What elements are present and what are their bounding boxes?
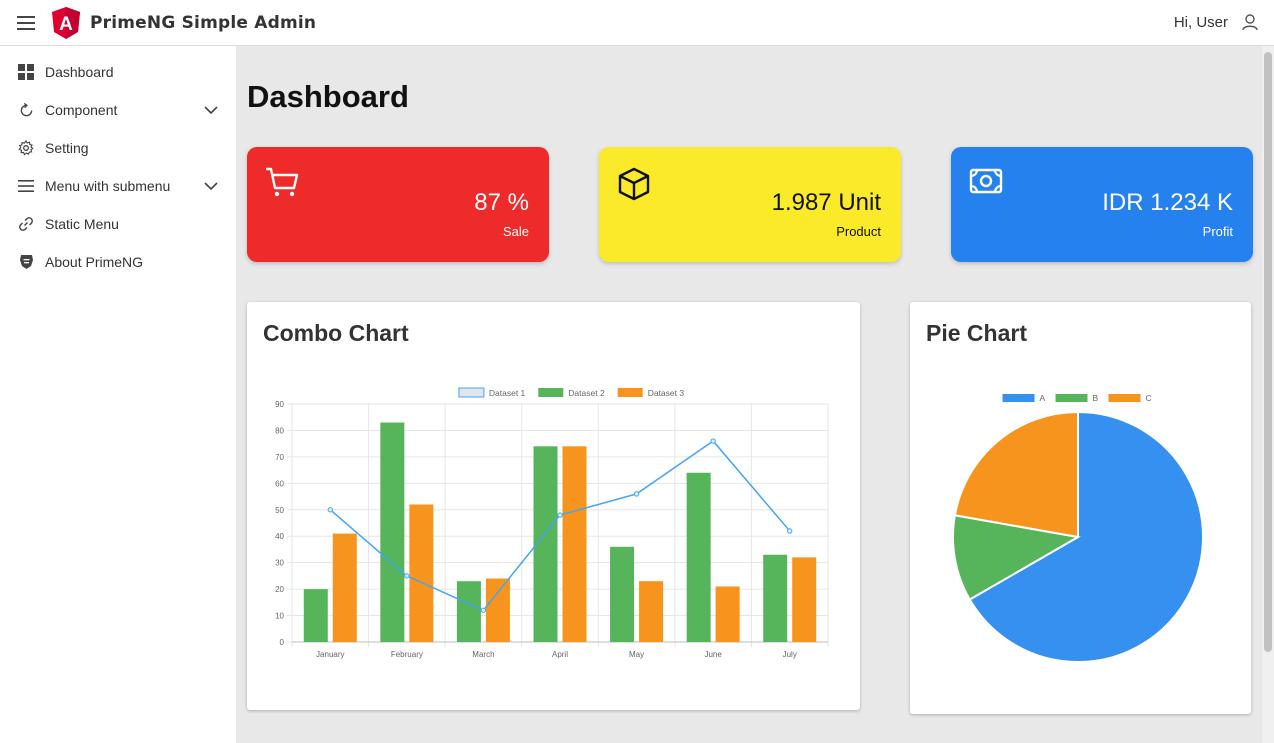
gear-icon (17, 139, 35, 157)
svg-text:A: A (59, 14, 73, 35)
y-tick-label: 40 (275, 532, 284, 541)
y-tick-label: 70 (275, 453, 284, 462)
menu-toggle-button[interactable] (0, 0, 52, 46)
money-icon (969, 168, 1003, 194)
stat-label: Profit (1202, 224, 1233, 239)
bar (380, 422, 405, 642)
stat-card-profit: IDR 1.234 K Profit (951, 147, 1253, 262)
main-content: Dashboard 87 % Sale 1.987 Unit Product I… (236, 46, 1262, 743)
legend-label: C (1146, 393, 1152, 403)
legend-swatch (1108, 394, 1141, 402)
legend-swatch (538, 388, 564, 397)
refresh-icon (17, 101, 35, 119)
stat-value: 87 % (474, 189, 529, 216)
stat-value: 1.987 Unit (771, 189, 881, 216)
sidebar: Dashboard Component Setting Menu with su… (0, 46, 236, 743)
sidebar-item-setting[interactable]: Setting (0, 129, 236, 167)
bar (456, 581, 481, 642)
scrollbar[interactable] (1262, 46, 1274, 743)
data-point (710, 438, 716, 444)
bar (409, 504, 434, 642)
data-point (787, 528, 793, 534)
stat-card-product: 1.987 Unit Product (599, 147, 901, 262)
app-title: PrimeNG Simple Admin (90, 12, 317, 33)
x-tick-label: July (783, 650, 797, 659)
legend-swatch (617, 388, 643, 397)
y-tick-label: 60 (275, 479, 284, 488)
sidebar-item-dashboard[interactable]: Dashboard (0, 53, 236, 91)
y-tick-label: 50 (275, 506, 284, 515)
sidebar-item-label: Menu with submenu (45, 178, 171, 194)
sidebar-item-menu-with-submenu[interactable]: Menu with submenu (0, 167, 236, 205)
bar (485, 578, 510, 642)
x-tick-label: May (629, 650, 644, 659)
bar (332, 533, 357, 642)
legend-label: A (1040, 393, 1046, 403)
pie-chart: A B C (952, 393, 1204, 663)
bar (610, 546, 635, 642)
stat-value: IDR 1.234 K (1102, 189, 1233, 216)
bar (763, 554, 788, 642)
user-greeting: Hi, User (1173, 14, 1228, 31)
x-tick-label: March (472, 650, 494, 659)
data-point (633, 491, 640, 497)
legend-swatch (458, 387, 485, 398)
bar (639, 581, 664, 642)
x-tick-label: January (316, 650, 344, 659)
hamburger-icon (17, 15, 35, 30)
combo-chart-card: Combo Chart 0 10 20 30 40 50 60 70 80 90 January Fe… (247, 302, 860, 710)
legend-label: Dataset 1 (489, 388, 526, 398)
cart-icon (266, 167, 299, 197)
y-tick-label: 20 (275, 585, 284, 594)
legend-label: Dataset 3 (648, 388, 685, 398)
stat-label: Sale (502, 224, 529, 239)
y-tick-label: 30 (275, 559, 284, 568)
data-point (480, 607, 487, 613)
combo-chart: 0 10 20 30 40 50 60 70 80 90 January February March A… (275, 387, 829, 659)
bar (562, 446, 587, 642)
scroll-thumb[interactable] (1264, 52, 1272, 652)
menu-icon (17, 177, 35, 195)
topbar: A PrimeNG Simple Admin Hi, User (0, 0, 1274, 46)
legend-swatch (1002, 394, 1035, 402)
legend-label: Dataset 2 (568, 388, 605, 398)
sidebar-item-label: Static Menu (45, 216, 119, 232)
x-tick-label: February (391, 650, 423, 659)
sidebar-item-label: Setting (45, 140, 89, 156)
user-icon[interactable] (1242, 14, 1258, 31)
page-title: Dashboard (247, 79, 409, 114)
x-tick-label: April (552, 650, 568, 659)
data-point (404, 573, 410, 579)
stat-card-sale: 87 % Sale (247, 147, 549, 262)
bar (715, 586, 740, 642)
bar (792, 557, 817, 642)
data-point (557, 512, 563, 518)
primeng-icon (17, 253, 35, 271)
data-point (327, 507, 333, 513)
chevron-down-icon[interactable] (204, 181, 218, 191)
sidebar-item-static-menu[interactable]: Static Menu (0, 205, 236, 243)
pie-chart-card: Pie Chart ABC (910, 302, 1251, 714)
pie-slice (953, 410, 1079, 539)
y-tick-label: 10 (275, 612, 284, 621)
grid-icon (17, 63, 35, 81)
stat-label: Product (836, 224, 881, 239)
sidebar-item-label: Component (45, 102, 118, 118)
chevron-down-icon[interactable] (204, 105, 218, 115)
legend-label: B (1093, 393, 1099, 403)
sidebar-item-label: Dashboard (45, 64, 114, 80)
box-icon (618, 167, 650, 201)
x-tick-label: June (704, 650, 722, 659)
sidebar-item-label: About PrimeNG (45, 254, 144, 270)
bar (686, 472, 711, 642)
y-tick-label: 80 (275, 426, 284, 435)
sidebar-item-about-primeng[interactable]: About PrimeNG (0, 243, 236, 281)
link-icon (17, 215, 35, 233)
sidebar-item-component[interactable]: Component (0, 91, 236, 129)
y-tick-label: 0 (280, 638, 285, 647)
legend-swatch (1055, 394, 1088, 402)
y-tick-label: 90 (275, 400, 284, 409)
angular-logo: A (52, 6, 80, 39)
bar (303, 589, 328, 642)
